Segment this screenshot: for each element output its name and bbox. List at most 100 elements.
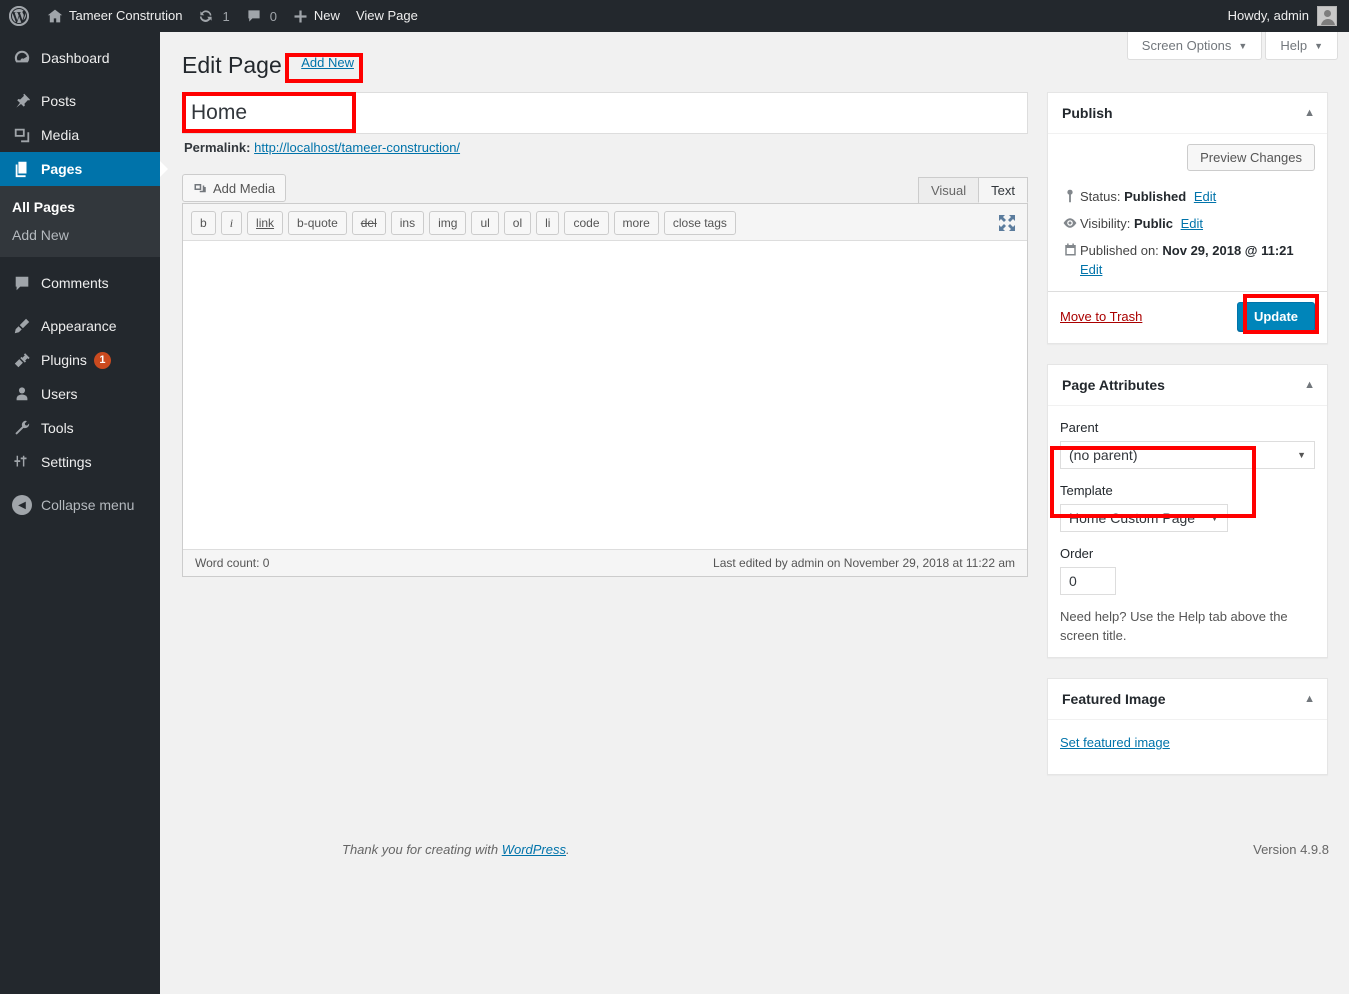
sidebar-item-pages[interactable]: Pages [0, 152, 160, 186]
menu-order-input[interactable] [1060, 567, 1116, 595]
add-new-page-button[interactable]: Add New [292, 51, 363, 74]
template-select[interactable]: Home Custom Page ▼ [1060, 504, 1228, 532]
sidebar-item-plugins[interactable]: Plugins 1 [0, 343, 160, 377]
sidebar-item-posts[interactable]: Posts [0, 84, 160, 118]
chevron-up-icon[interactable]: ▲ [1304, 107, 1315, 119]
tab-visual[interactable]: Visual [917, 177, 980, 203]
sidebar-item-users[interactable]: Users [0, 377, 160, 411]
page-attributes-box: Page Attributes ▲ Parent (no parent) ▼ T… [1047, 364, 1328, 658]
edit-status-link[interactable]: Edit [1194, 189, 1216, 204]
editor-tools: Add Media Visual Text [182, 155, 1028, 203]
screen-meta-links: Screen Options ▼ Help ▼ [1126, 32, 1338, 60]
sidebar-item-appearance[interactable]: Appearance [0, 309, 160, 343]
site-name-menu[interactable]: Tameer Constrution [39, 0, 190, 32]
page-content-editor[interactable] [183, 241, 1027, 544]
page-title-input[interactable] [182, 92, 1028, 134]
set-featured-image-link[interactable]: Set featured image [1060, 735, 1170, 750]
main-content: Screen Options ▼ Help ▼ Edit Page Add Ne… [160, 32, 1349, 994]
sidebar-item-comments[interactable]: Comments [0, 266, 160, 300]
wordpress-link[interactable]: WordPress [502, 842, 566, 857]
edit-published-link[interactable]: Edit [1080, 260, 1294, 279]
sidebar-item-dashboard[interactable]: Dashboard [0, 41, 160, 75]
chevron-up-icon[interactable]: ▲ [1304, 379, 1315, 391]
howdy-label: Howdy, admin [1227, 8, 1309, 23]
preview-changes-button[interactable]: Preview Changes [1187, 144, 1315, 171]
add-media-label: Add Media [213, 180, 276, 196]
quicktag-ins[interactable]: ins [390, 211, 425, 235]
new-label: New [313, 8, 340, 23]
quicktag-i[interactable]: i [220, 211, 243, 235]
featured-image-header[interactable]: Featured Image ▲ [1048, 679, 1327, 720]
add-media-button[interactable]: Add Media [182, 174, 287, 202]
help-button[interactable]: Help ▼ [1265, 32, 1338, 60]
featured-image-inside: Set featured image [1048, 720, 1327, 774]
view-page-link[interactable]: View Page [348, 0, 426, 32]
quicktag-li[interactable]: li [536, 211, 560, 235]
quicktag-img[interactable]: img [429, 211, 467, 235]
wp-logo-menu[interactable] [0, 0, 39, 32]
tools-icon [12, 418, 32, 438]
quicktag-code[interactable]: code [564, 211, 609, 235]
quicktag-more[interactable]: more [613, 211, 659, 235]
template-label: Template [1060, 483, 1113, 498]
publish-box-header[interactable]: Publish ▲ [1048, 93, 1327, 134]
media-icon [12, 125, 32, 145]
quicktag-close-tags[interactable]: close tags [663, 211, 736, 235]
status-label: Status: [1080, 189, 1121, 204]
parent-select[interactable]: (no parent) ▼ [1060, 441, 1315, 469]
menu-separator-2 [0, 300, 160, 309]
updates-menu[interactable]: 1 [190, 0, 237, 32]
editor-wrap: b i link b-quote del ins img ul ol li co… [182, 203, 1028, 577]
sidebar-item-tools[interactable]: Tools [0, 411, 160, 445]
permalink-box: Permalink: http://localhost/tameer-const… [182, 134, 1028, 155]
submenu-item-all-pages[interactable]: All Pages [0, 193, 160, 221]
permalink-link[interactable]: http://localhost/tameer-construction/ [254, 140, 460, 155]
visibility-value: Public [1133, 216, 1173, 231]
page-attributes-header[interactable]: Page Attributes ▲ [1048, 365, 1327, 406]
sidebar-item-label: Pages [41, 161, 83, 177]
sidebar-item-label: Settings [41, 454, 92, 470]
quicktag-link[interactable]: link [247, 211, 284, 235]
add-media-icon [193, 181, 208, 196]
chevron-up-icon[interactable]: ▲ [1304, 693, 1315, 705]
page-title: Edit Page [182, 52, 282, 78]
fullscreen-icon[interactable] [997, 213, 1017, 233]
post-body-content: Permalink: http://localhost/tameer-const… [182, 92, 1028, 577]
plus-icon [293, 9, 308, 24]
permalink-label: Permalink: [184, 140, 251, 155]
new-content-menu[interactable]: New [285, 0, 348, 32]
pages-submenu: All Pages Add New [0, 186, 160, 257]
dashboard-icon [12, 48, 32, 68]
footer-thanks-prefix: Thank you for creating with [342, 842, 502, 857]
screen-options-button[interactable]: Screen Options ▼ [1126, 32, 1263, 60]
quicktag-bquote[interactable]: b-quote [288, 211, 347, 235]
comments-menu[interactable]: 0 [238, 0, 285, 32]
view-page-label: View Page [355, 8, 418, 23]
sidebar-item-label: Comments [41, 275, 109, 291]
chevron-left-icon: ◀ [12, 495, 32, 515]
editor-mode-tabs: Visual Text [917, 177, 1028, 203]
wordpress-logo-icon [9, 6, 29, 26]
quicktag-del[interactable]: del [351, 211, 386, 235]
quicktag-ol[interactable]: ol [503, 211, 532, 235]
admin-bar: Tameer Constrution 1 0 New View Page How… [0, 0, 1349, 32]
quicktag-ul[interactable]: ul [471, 211, 499, 235]
status-row: Status: Published Edit [1060, 181, 1315, 208]
edit-visibility-link[interactable]: Edit [1181, 216, 1203, 231]
pin-icon [12, 91, 32, 111]
visibility-row: Visibility: Public Edit [1060, 208, 1315, 235]
tab-text[interactable]: Text [978, 177, 1028, 203]
collapse-menu-label: Collapse menu [41, 497, 135, 513]
plugins-update-badge: 1 [93, 351, 111, 369]
sidebar-item-settings[interactable]: Settings [0, 445, 160, 479]
sidebar-item-media[interactable]: Media [0, 118, 160, 152]
my-account-menu[interactable]: Howdy, admin [1220, 0, 1337, 32]
collapse-menu-button[interactable]: ◀ Collapse menu [0, 488, 160, 522]
update-button[interactable]: Update [1236, 302, 1315, 331]
chevron-down-icon: ▼ [1314, 40, 1323, 51]
move-to-trash-link[interactable]: Move to Trash [1060, 309, 1142, 324]
parent-label: Parent [1060, 420, 1099, 435]
submenu-item-add-new[interactable]: Add New [0, 221, 160, 249]
quicktag-b[interactable]: b [191, 211, 216, 235]
calendar-icon [1060, 241, 1080, 257]
